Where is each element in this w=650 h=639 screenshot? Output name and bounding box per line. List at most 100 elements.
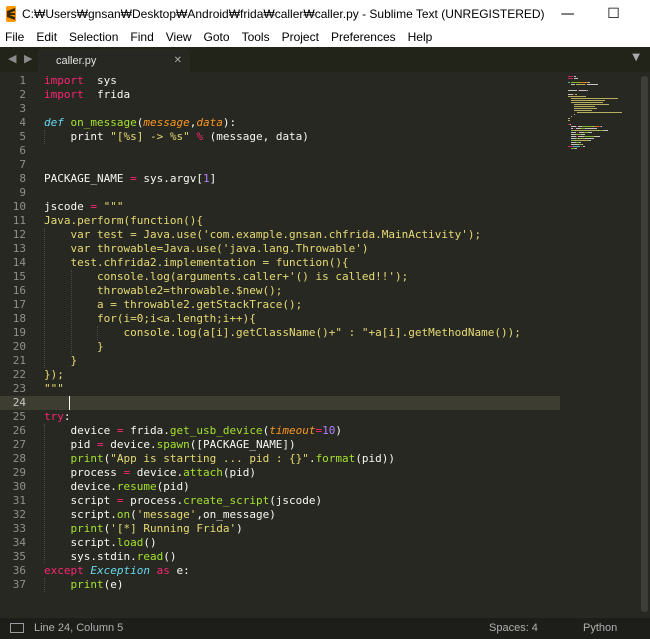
indentation-setting[interactable]: Spaces: 4 [489,622,538,634]
code-token: format [315,452,356,465]
code-token: "[%s] -> %s" [110,130,190,143]
line-number: 1 [19,74,26,87]
indent-guide [70,270,72,354]
minimap-mark [582,126,593,127]
menu-preferences[interactable]: Preferences [325,28,402,47]
tab-bar: ◀ ▶ caller.py ✕ ▼ [0,47,650,72]
minimap-mark [570,124,572,125]
syntax-setting[interactable]: Python [583,622,617,634]
minimap-mark [577,112,622,113]
code-token: print [70,578,104,591]
code-token: read [136,550,164,563]
menu-edit[interactable]: Edit [30,28,63,47]
minimap-mark [593,136,600,137]
line-number: 33 [12,522,26,535]
code-token: pid [44,438,97,451]
minimap-mark [575,140,590,141]
code-token: print [44,130,111,143]
code-token: console.log(arguments.caller+'() is call… [44,270,409,283]
code-token: "App is starting ... pid : {}" [110,452,309,465]
menu-project[interactable]: Project [276,28,325,47]
panel-toggle-icon[interactable] [10,623,24,633]
line-number: 36 [12,564,26,577]
code-token: device [44,424,117,437]
line-number: 20 [12,340,26,353]
tab-close-icon[interactable]: ✕ [174,55,182,66]
code-token: (jscode) [269,494,323,507]
code-text-area[interactable]: import sys import frida def on_message(mes… [44,72,554,618]
menu-help[interactable]: Help [402,28,439,47]
code-token: print [70,452,104,465]
code-token: = [90,200,97,213]
code-token: 1 [202,172,210,185]
minimap-mark [575,130,598,131]
code-token: (pid) [156,480,190,493]
code-token: device. [44,480,117,493]
minimap-mark [580,134,585,135]
code-token: = [130,172,137,185]
minimap-mark [583,136,594,137]
code-token: create_script [183,494,270,507]
line-number: 29 [12,466,26,479]
minimap-mark [575,84,585,85]
code-token: resume [116,480,157,493]
code-token: 10 [322,424,336,437]
code-editor[interactable]: 1 2 3 4 5 6 7 8 9 10 11 12 13 14 15 16 17 18 19 20 21 22 23 24 2… [0,72,650,618]
minimap-mark [579,90,586,91]
code-token: . [308,452,316,465]
code-token: process [44,466,124,479]
code-line: var throwable=Java.use('java.lang.Throwa… [44,242,368,256]
code-token: (pid) [222,466,256,479]
code-token: } [44,340,104,353]
code-token: process. [123,494,184,507]
menu-selection[interactable]: Selection [63,28,124,47]
maximize-button[interactable]: ☐ [591,0,637,28]
line-number: 7 [19,158,26,171]
code-token: except [44,564,84,577]
minimap-mark [574,108,598,109]
vertical-scrollbar[interactable] [638,72,650,618]
line-number: 32 [12,508,26,521]
tab-dropdown-icon[interactable]: ▼ [632,52,640,63]
minimize-button[interactable]: — [545,0,591,28]
minimap-mark [574,148,577,149]
code-token: 'message' [136,508,197,521]
minimap-mark [571,132,577,133]
code-token: script. [44,536,117,549]
line-number-gutter: 1 2 3 4 5 6 7 8 9 10 11 12 13 14 15 16 17 18 19 20 21 22 23 24 2… [0,72,34,618]
minimap-mark [586,84,598,85]
minimap[interactable] [560,72,636,618]
tab-caller-py[interactable]: caller.py ✕ [38,49,190,72]
code-line: }); [44,368,64,382]
line-number: 14 [12,256,26,269]
line-number: 22 [12,368,26,381]
code-token: } [44,354,78,367]
menu-file[interactable]: File [0,28,30,47]
indent-guide [44,578,46,592]
minimap-mark [568,82,571,83]
tab-label: caller.py [56,54,97,67]
minimap-mark [571,102,603,103]
scrollbar-thumb[interactable] [641,76,648,612]
minimap-mark [571,136,576,137]
code-token: sys.argv[ [136,172,203,185]
menu-tools[interactable]: Tools [236,28,276,47]
code-token: throwable2=throwable.$new(); [44,284,283,297]
menu-find[interactable]: Find [124,28,159,47]
line-number: 31 [12,494,26,507]
code-token: test.chfrida2.implementation = function(… [44,256,349,269]
close-button[interactable]: ✕ [637,0,650,28]
menu-goto[interactable]: Goto [198,28,236,47]
code-line: except Exception as e: [44,564,190,578]
line-number: 8 [19,172,26,185]
tab-nav-arrows-icon[interactable]: ◀ ▶ [8,52,34,65]
code-token: frida [83,88,131,101]
menu-view[interactable]: View [160,28,198,47]
code-token: spawn [156,438,190,451]
code-line: process = device.attach(pid) [44,466,256,480]
code-line: console.log(arguments.caller+'() is call… [44,270,408,284]
